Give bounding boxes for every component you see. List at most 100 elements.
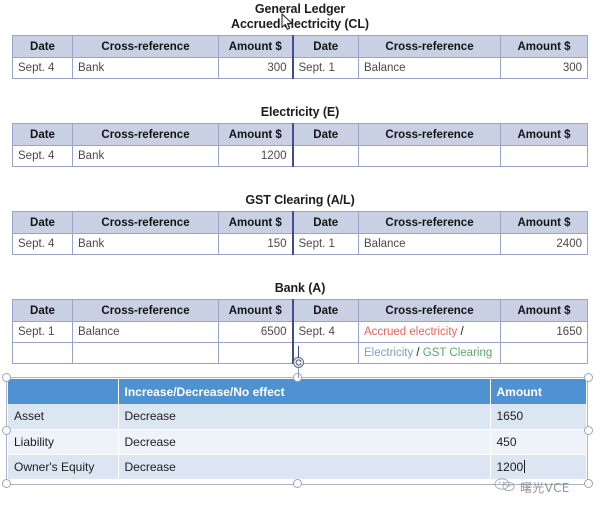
col-header-amount-credit: Amount $	[500, 123, 588, 146]
general-ledger-area: General Ledger Accrued electricity (CL) …	[0, 0, 600, 375]
account-title: GST Clearing (A/L)	[245, 193, 355, 207]
resize-handle-middle-left[interactable]	[2, 426, 11, 435]
cell-xref-credit[interactable]	[358, 145, 501, 167]
cell-date-debit[interactable]	[12, 342, 73, 364]
col-header-date-credit: Date	[291, 35, 359, 58]
xref-part-accrued-electricity: Accrued electricity	[364, 326, 458, 338]
table-row[interactable]: Sept. 4 Bank 300 Sept. 1 Balance 300	[12, 57, 588, 79]
cell-date-credit[interactable]: Sept. 1	[291, 57, 359, 79]
cell-item[interactable]: Liability	[8, 429, 119, 455]
ledger-table[interactable]: Date Cross-reference Amount $ Date Cross…	[12, 123, 588, 167]
cell-amount-credit[interactable]	[500, 342, 588, 364]
resize-handle-middle-right[interactable]	[584, 426, 593, 435]
resize-handle-top-left[interactable]	[2, 373, 11, 382]
xref-separator: /	[413, 347, 423, 359]
col-header-xref-credit: Cross-reference	[358, 123, 501, 146]
col-header-date-debit: Date	[12, 299, 73, 322]
cell-date-debit[interactable]: Sept. 4	[12, 233, 73, 255]
cell-item[interactable]: Owner's Equity	[8, 454, 119, 480]
col-header-amount-debit: Amount $	[218, 123, 293, 146]
cell-amount-credit[interactable]: 300	[500, 57, 588, 79]
cell-date-credit[interactable]: Sept. 1	[291, 233, 359, 255]
cell-xref-debit[interactable]: Balance	[72, 321, 219, 343]
page-title: General Ledger	[254, 2, 346, 16]
resize-handle-bottom-right[interactable]	[584, 479, 593, 488]
col-header-amount: Amount	[490, 379, 586, 404]
cell-amount-debit[interactable]: 1200	[218, 145, 293, 167]
col-header-xref-debit: Cross-reference	[72, 299, 219, 322]
resize-handle-bottom-left[interactable]	[2, 479, 11, 488]
cell-amount-debit[interactable]: 6500	[218, 321, 293, 343]
account-title: Accrued electricity (CL)	[231, 17, 369, 31]
table-row[interactable]: Sept. 1 Balance 6500 Sept. 4 Accrued ele…	[12, 321, 588, 343]
cell-date-debit[interactable]: Sept. 4	[12, 57, 73, 79]
cell-xref-credit[interactable]: Balance	[358, 233, 501, 255]
col-header-date-credit: Date	[291, 211, 359, 234]
cell-xref-debit[interactable]: Bank	[72, 145, 219, 167]
table-header-row: Date Cross-reference Amount $ Date Cross…	[12, 123, 588, 146]
ledger-table[interactable]: Date Cross-reference Amount $ Date Cross…	[12, 35, 588, 79]
col-header-item	[8, 379, 119, 404]
rotate-handle[interactable]	[293, 357, 304, 368]
cell-amount-credit[interactable]: 2400	[500, 233, 588, 255]
cell-date-debit[interactable]: Sept. 1	[12, 321, 73, 343]
table-header-row: Date Cross-reference Amount $ Date Cross…	[12, 211, 588, 234]
col-header-xref-credit: Cross-reference	[358, 211, 501, 234]
account-title: Bank (A)	[274, 281, 326, 295]
cell-amount-text: 1200	[496, 459, 524, 474]
table-header-row: Date Cross-reference Amount $ Date Cross…	[12, 299, 588, 322]
cell-xref-debit[interactable]: Bank	[72, 57, 219, 79]
col-header-xref-credit: Cross-reference	[358, 299, 501, 322]
table-row[interactable]: Liability Decrease 450	[8, 429, 586, 455]
col-header-amount-debit: Amount $	[218, 299, 293, 322]
cell-amount-debit[interactable]: 300	[218, 57, 293, 79]
account-title: Electricity (E)	[260, 105, 340, 119]
cell-amount[interactable]: 1650	[490, 404, 586, 430]
cell-xref-credit[interactable]: Electricity / GST Clearing	[358, 342, 501, 364]
cell-item[interactable]: Asset	[8, 404, 119, 430]
col-header-amount-credit: Amount $	[500, 211, 588, 234]
table-row[interactable]: Owner's Equity Decrease 1200	[8, 454, 586, 480]
table-row[interactable]: Sept. 4 Bank 1200	[12, 145, 588, 167]
col-header-xref-debit: Cross-reference	[72, 123, 219, 146]
col-header-amount-credit: Amount $	[500, 299, 588, 322]
cell-date-debit[interactable]: Sept. 4	[12, 145, 73, 167]
cell-amount-debit[interactable]: 150	[218, 233, 293, 255]
resize-handle-top-right[interactable]	[584, 373, 593, 382]
cell-effect[interactable]: Decrease	[118, 404, 491, 430]
cell-date-credit[interactable]	[291, 145, 359, 167]
ledger-account-gst-clearing: GST Clearing (A/L) Date Cross-reference …	[12, 193, 588, 255]
cell-effect[interactable]: Decrease	[118, 454, 491, 480]
cell-amount[interactable]: 450	[490, 429, 586, 455]
accounting-equation-effects-table-wrap[interactable]: Increase/Decrease/No effect Amount Asset…	[8, 379, 586, 483]
ledger-table[interactable]: Date Cross-reference Amount $ Date Cross…	[12, 211, 588, 255]
cell-amount-credit[interactable]: 1650	[500, 321, 588, 343]
cell-xref-debit[interactable]: Bank	[72, 233, 219, 255]
col-header-date-debit: Date	[12, 123, 73, 146]
xref-separator: /	[457, 326, 464, 338]
cell-effect[interactable]: Decrease	[118, 429, 491, 455]
table-header-row: Increase/Decrease/No effect Amount	[8, 379, 586, 404]
xref-part-gst-clearing: GST Clearing	[422, 347, 493, 359]
cell-amount-credit[interactable]	[500, 145, 588, 167]
watermark: 曙光VCE	[494, 478, 570, 497]
cell-xref-credit[interactable]: Accrued electricity /	[358, 321, 501, 343]
cell-xref-credit[interactable]: Balance	[358, 57, 501, 79]
ledger-table[interactable]: Date Cross-reference Amount $ Date Cross…	[12, 299, 588, 364]
ledger-account-accrued-electricity: Accrued electricity (CL) Date Cross-refe…	[12, 17, 588, 79]
col-header-date-debit: Date	[12, 35, 73, 58]
cell-date-credit[interactable]: Sept. 4	[291, 321, 359, 343]
xref-part-electricity: Electricity	[364, 347, 414, 359]
rotate-handle-connector	[298, 346, 299, 358]
cell-amount-debit[interactable]	[218, 342, 293, 364]
cell-amount-editing[interactable]: 1200	[490, 454, 586, 480]
watermark-text: 曙光VCE	[520, 481, 570, 495]
table-row[interactable]: Sept. 4 Bank 150 Sept. 1 Balance 2400	[12, 233, 588, 255]
cell-xref-debit[interactable]	[72, 342, 219, 364]
col-header-xref-debit: Cross-reference	[72, 35, 219, 58]
resize-handle-bottom-center[interactable]	[293, 479, 302, 488]
effects-table[interactable]: Increase/Decrease/No effect Amount Asset…	[8, 379, 586, 480]
col-header-date-debit: Date	[12, 211, 73, 234]
table-row[interactable]: Asset Decrease 1650	[8, 404, 586, 430]
text-caret	[524, 459, 526, 473]
